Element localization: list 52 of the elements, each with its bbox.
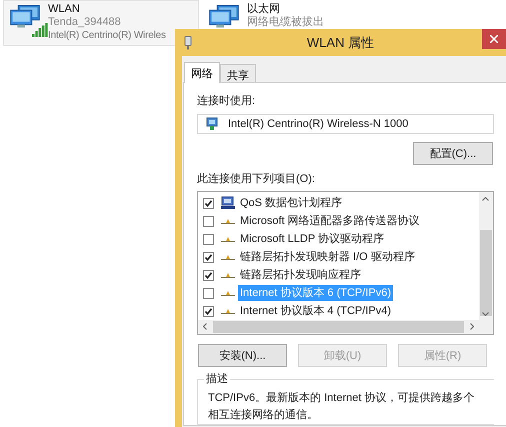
adapter-tile[interactable]: 以太网 网络电缆被拔出	[203, 1, 328, 29]
connect-using-label: 连接时使用:	[197, 94, 256, 109]
scrollbar-thumb[interactable]	[480, 230, 492, 316]
computer-icon	[209, 5, 239, 28]
horizontal-scrollbar[interactable]	[198, 320, 479, 334]
configure-button[interactable]: 配置(C)...	[413, 142, 493, 165]
close-icon	[490, 35, 498, 43]
checkbox[interactable]	[203, 252, 214, 262]
checkbox[interactable]	[203, 216, 214, 226]
computer-icon	[221, 196, 235, 210]
close-button[interactable]	[482, 29, 506, 49]
scrollbar-thumb[interactable]	[213, 321, 464, 333]
protocol-icon	[221, 307, 235, 315]
scroll-down-icon	[482, 312, 489, 316]
adapter-device: Intel(R) Centrino(R) Wireles	[48, 29, 166, 43]
vertical-scrollbar[interactable]	[479, 192, 493, 320]
adapter-name: WLAN	[48, 3, 81, 16]
adapter-icon	[184, 36, 192, 50]
list-item[interactable]: Microsoft 网络适配器多路传送器协议	[238, 213, 422, 229]
scroll-up-icon	[482, 197, 489, 201]
adapter-name: Intel(R) Centrino(R) Wireless-N 1000	[228, 118, 408, 130]
checkbox[interactable]	[203, 234, 214, 244]
list-item[interactable]: 链路层拓扑发现响应程序	[238, 267, 363, 283]
adapter-status: 网络电缆被拔出	[247, 16, 324, 29]
adapter-status: Tenda_394488	[48, 16, 122, 29]
description-title: 描述	[204, 372, 230, 386]
tab[interactable]: 共享	[220, 64, 256, 82]
checkbox[interactable]	[203, 198, 214, 208]
adapter-tile[interactable]: WLAN Tenda_394488 Intel(R) Centrino(R) Wireles	[3, 0, 199, 46]
adapter-name: 以太网	[247, 3, 281, 16]
items-label: 此连接使用下列项目(O):	[197, 172, 316, 187]
list-item[interactable]: Internet 协议版本 4 (TCP/IPv4)	[238, 303, 393, 319]
protocol-icon	[221, 289, 235, 297]
tab[interactable]: 网络	[184, 62, 220, 83]
checkbox[interactable]	[203, 306, 214, 316]
signal-icon	[32, 23, 48, 37]
computer-icon	[10, 5, 40, 28]
network-adapter-icon	[206, 117, 220, 131]
protocol-icon	[221, 235, 235, 243]
protocol-icon	[221, 271, 235, 279]
checkbox[interactable]	[203, 270, 214, 280]
action-button[interactable]: 安装(N)...	[198, 344, 287, 367]
list-item[interactable]: QoS 数据包计划程序	[238, 195, 344, 211]
protocol-icon	[221, 253, 235, 261]
checkbox[interactable]	[203, 288, 214, 298]
window-title: WLAN 属性	[306, 34, 374, 52]
list-item[interactable]: 链路层拓扑发现映射器 I/O 驱动程序	[238, 249, 417, 265]
scroll-right-icon	[470, 323, 474, 330]
scroll-left-icon	[203, 323, 207, 330]
description-text: TCP/IPv6。最新版本的 Internet 协议，可提供跨越多个相互连接网络的通信。	[208, 390, 476, 423]
list-item[interactable]: Microsoft LLDP 协议驱动程序	[238, 231, 386, 247]
protocol-icon	[221, 217, 235, 225]
